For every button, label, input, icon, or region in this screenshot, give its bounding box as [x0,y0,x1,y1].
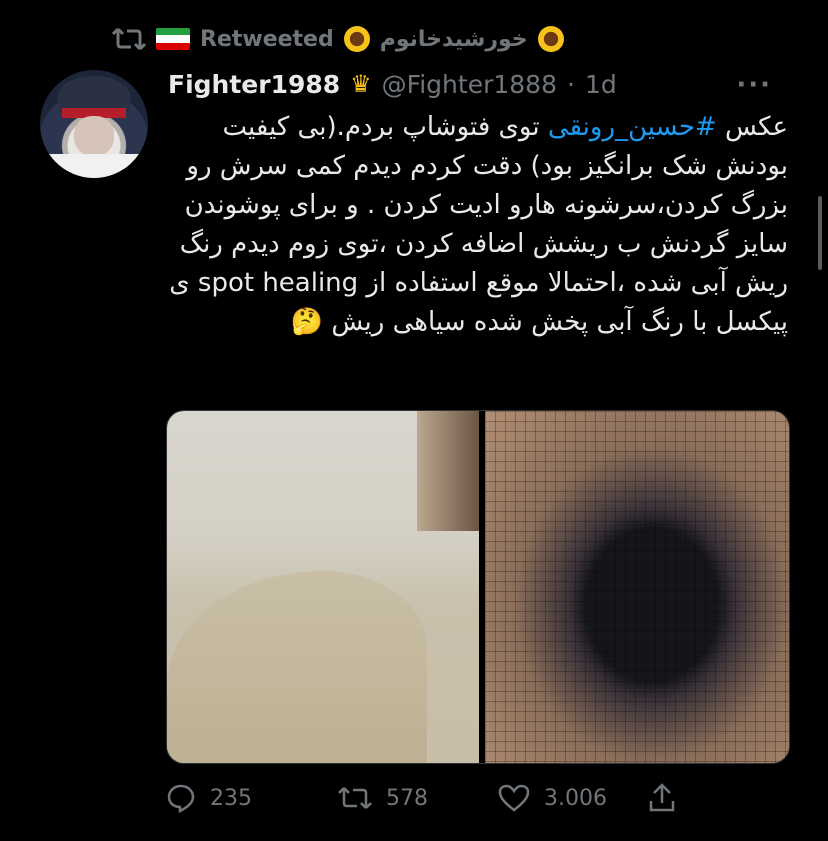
retweet-count: 578 [386,785,428,811]
like-count: 3.006 [544,785,607,811]
tweet-media[interactable] [166,410,790,764]
reply-icon [167,784,195,813]
reply-button[interactable]: 235 [166,783,338,813]
tweet-text: عکس #حسین_رونقی توی فتوشاپ بردم.(بی کیفی… [166,108,788,342]
like-button[interactable]: 3.006 [498,784,648,812]
scrollbar[interactable] [818,196,822,270]
display-name[interactable]: Fighter1988 [168,70,340,99]
timestamp[interactable]: 1d [585,70,617,99]
retweet-icon [338,787,372,809]
share-icon [649,783,675,812]
sunflower-icon [343,26,370,52]
iran-flag-icon [156,28,190,50]
separator: · [566,69,575,99]
retweet-button[interactable]: 578 [338,785,498,811]
retweet-icon [112,26,146,52]
sunflower-icon [537,26,564,52]
tweet-text-part1: عکس [716,112,788,142]
avatar[interactable] [40,70,148,178]
retweet-label: Retweeted [200,26,334,52]
tweet-header: Fighter1988 ♛ @Fighter1888 · 1d [168,66,617,102]
retweeter-name[interactable]: خورشیدخانوم [380,27,528,52]
share-button[interactable] [648,783,676,813]
thinking-emoji: 🤔 [290,307,324,337]
more-icon[interactable]: ··· [736,70,772,100]
tweet-text-part2: توی فتوشاپ بردم.(بی کیفیت بودنش شک برانگ… [169,112,788,337]
hashtag-link[interactable]: #حسین_رونقی [548,112,717,142]
retweet-context: Retweeted خورشیدخانوم [112,22,564,56]
crown-icon: ♛ [350,70,372,98]
tweet-actions: 235 578 3.006 [166,778,726,818]
media-image-zoomed[interactable] [485,411,789,763]
reply-count: 235 [210,785,252,811]
heart-icon [498,784,530,812]
handle[interactable]: @Fighter1888 [382,70,557,99]
media-image-original[interactable] [167,411,479,763]
